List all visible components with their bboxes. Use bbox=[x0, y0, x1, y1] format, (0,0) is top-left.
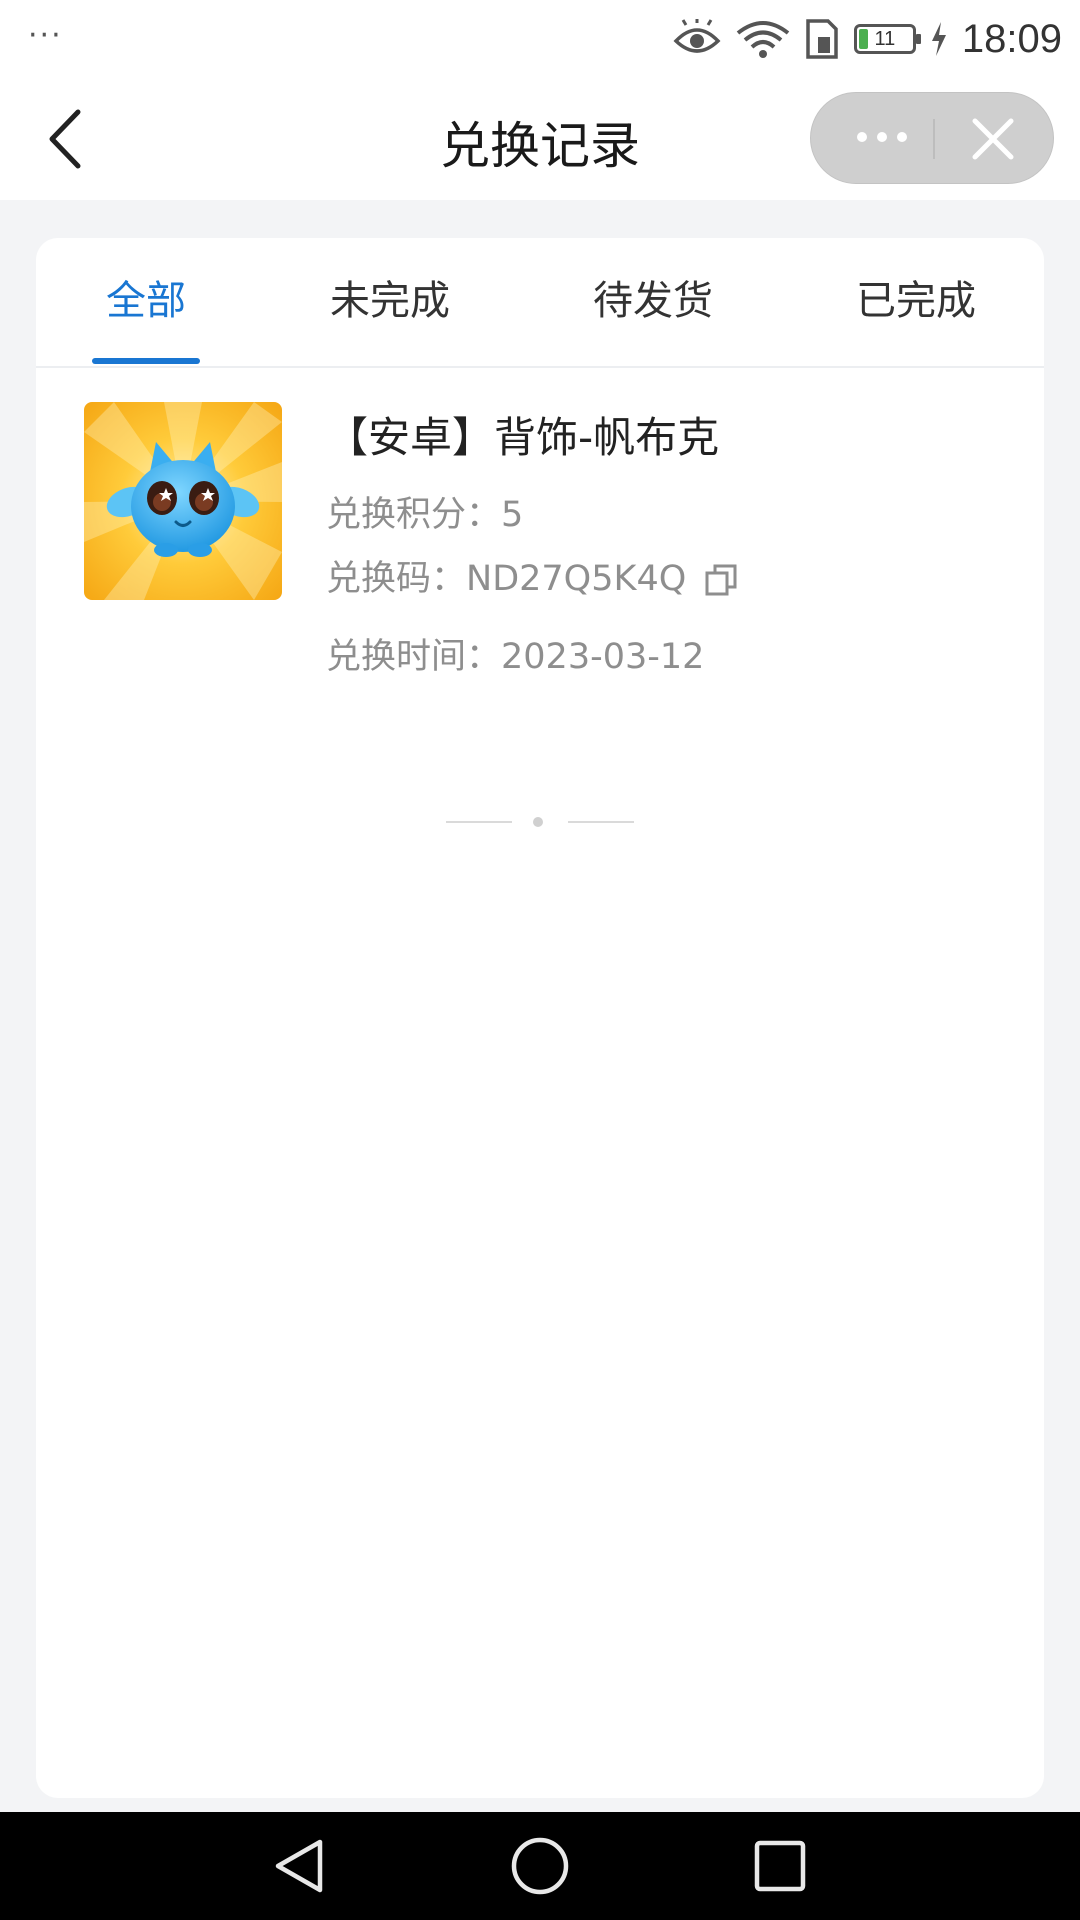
list-item[interactable]: 【安卓】背饰-帆布克 兑换积分：5 兑换码：ND27Q5K4Q 兑换时间：202… bbox=[36, 398, 1044, 718]
charging-icon bbox=[931, 22, 946, 56]
code-row: 兑换码：ND27Q5K4Q bbox=[326, 550, 738, 601]
records-card: 全部 未完成 待发货 已完成 【安卓】背饰-帆布克 兑换积分：5 兑换码：ND2… bbox=[36, 238, 1044, 1798]
active-tab-indicator bbox=[92, 358, 200, 364]
more-dots-icon bbox=[857, 132, 907, 142]
time-label: 兑换时间： bbox=[326, 637, 502, 677]
system-recents-button[interactable] bbox=[750, 1836, 810, 1896]
capsule-divider bbox=[933, 119, 935, 159]
system-navigation-bar bbox=[0, 1812, 1080, 1920]
status-icons: 11 18:09 bbox=[672, 14, 1062, 64]
points-value: 5 bbox=[501, 495, 524, 535]
wifi-icon bbox=[736, 21, 790, 58]
system-home-button[interactable] bbox=[510, 1836, 570, 1896]
battery-icon: 11 bbox=[853, 24, 921, 54]
item-title: 【安卓】背饰-帆布克 bbox=[326, 413, 720, 462]
circle-home-icon bbox=[511, 1837, 569, 1895]
tab-incomplete[interactable]: 未完成 bbox=[330, 268, 450, 326]
code-value[interactable]: ND27Q5K4Q bbox=[466, 559, 686, 599]
end-of-list-divider bbox=[446, 812, 634, 832]
points-row: 兑换积分：5 bbox=[326, 486, 523, 537]
code-label: 兑换码： bbox=[326, 559, 467, 599]
notification-dots: ··· bbox=[28, 18, 63, 53]
tab-completed[interactable]: 已完成 bbox=[856, 268, 976, 326]
battery-level: 11 bbox=[874, 27, 896, 50]
miniprogram-capsule bbox=[810, 92, 1054, 184]
sim-card-icon bbox=[806, 19, 838, 59]
system-back-button[interactable] bbox=[270, 1836, 330, 1896]
eye-icon bbox=[673, 19, 721, 53]
copy-button[interactable] bbox=[704, 563, 738, 597]
status-bar: ··· 11 18:09 bbox=[0, 0, 1080, 76]
tab-pending-shipment[interactable]: 待发货 bbox=[593, 268, 713, 326]
time-row: 兑换时间：2023-03-12 bbox=[326, 628, 704, 679]
item-thumbnail bbox=[84, 402, 282, 600]
tab-bar: 全部 未完成 待发货 已完成 bbox=[36, 238, 1044, 368]
tab-all[interactable]: 全部 bbox=[106, 268, 186, 326]
more-button[interactable] bbox=[847, 117, 917, 157]
time-value: 2023-03-12 bbox=[501, 637, 705, 677]
copy-icon bbox=[705, 564, 737, 596]
mascot-image bbox=[84, 402, 282, 600]
clock: 18:09 bbox=[961, 16, 1062, 61]
close-icon bbox=[972, 118, 1014, 160]
points-label: 兑换积分： bbox=[326, 495, 502, 535]
square-recents-icon bbox=[754, 1840, 806, 1892]
triangle-back-icon bbox=[275, 1839, 323, 1893]
navigation-bar: 兑换记录 bbox=[0, 76, 1080, 200]
close-button[interactable] bbox=[971, 117, 1015, 161]
